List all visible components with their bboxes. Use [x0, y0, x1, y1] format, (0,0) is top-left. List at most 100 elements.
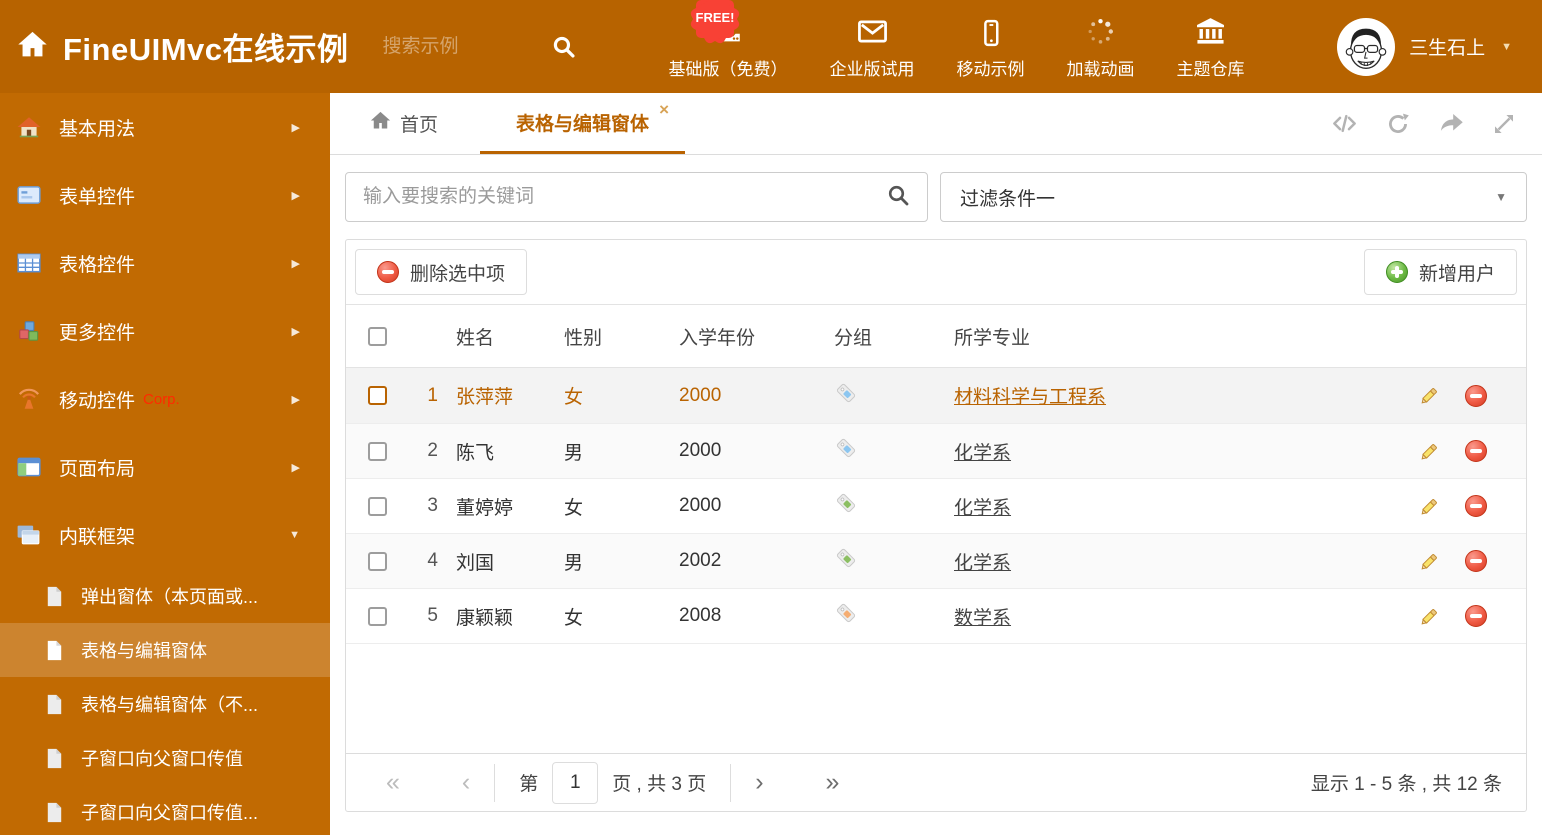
- header-search-input[interactable]: [382, 35, 533, 58]
- corp-badge: Corp.: [143, 390, 180, 408]
- sidebar-item-page-layout[interactable]: 页面布局 ▶: [0, 433, 330, 501]
- row-checkbox[interactable]: [368, 386, 387, 405]
- page-label-prefix: 第: [519, 774, 539, 795]
- edit-pencil-icon[interactable]: [1418, 550, 1441, 573]
- table-row[interactable]: 3 董婷婷 女 2000 化学系: [346, 478, 1526, 533]
- source-code-icon[interactable]: [1331, 110, 1358, 137]
- delete-row-icon[interactable]: [1465, 550, 1487, 572]
- tab-grid-edit-window[interactable]: 表格与编辑窗体 ×: [480, 93, 686, 154]
- row-checkbox[interactable]: [368, 496, 387, 516]
- table-row[interactable]: 1 张萍萍 女 2000 材料科学与工程系: [346, 368, 1526, 423]
- nav-item-mobile-demo[interactable]: 移动示例: [936, 14, 1046, 80]
- major-link[interactable]: 化学系: [954, 443, 1011, 464]
- add-user-button[interactable]: 新增用户: [1363, 249, 1517, 295]
- grid-panel: 删除选中项 新增用户 姓名 性别 入学年份 分组 所学专业 1 张萍萍 女 20…: [345, 239, 1527, 812]
- sidebar-item-form-controls[interactable]: 表单控件 ▶: [0, 161, 330, 229]
- cell-gender: 男: [564, 442, 584, 464]
- page-number-input[interactable]: [552, 761, 599, 804]
- major-link[interactable]: 材料科学与工程系: [954, 387, 1106, 408]
- refresh-icon[interactable]: [1385, 111, 1411, 137]
- sidebar-subitem-popup-window[interactable]: 弹出窗体（本页面或...: [0, 569, 330, 623]
- column-header-group[interactable]: 分组: [834, 323, 954, 350]
- nav-item-loading-animation[interactable]: 加载动画: [1046, 14, 1156, 80]
- delete-selected-button[interactable]: 删除选中项: [355, 249, 528, 295]
- sidebar: 基本用法 ▶ 表单控件 ▶ 表格控件 ▶ 更多控件 ▶ 移动控件 Corp. ▶…: [0, 93, 330, 835]
- cell-year: 2000: [679, 495, 722, 516]
- chevron-right-icon: ▶: [291, 393, 300, 406]
- sidebar-item-mobile-controls[interactable]: 移动控件 Corp. ▶: [0, 365, 330, 433]
- row-number: 3: [427, 495, 438, 516]
- major-link[interactable]: 数学系: [954, 608, 1011, 629]
- spinner-icon: [1084, 14, 1117, 48]
- form-icon: [15, 182, 42, 208]
- prev-page-button[interactable]: ‹: [462, 770, 470, 795]
- filter-dropdown[interactable]: 过滤条件一 ▼: [940, 172, 1527, 222]
- share-arrow-icon[interactable]: [1438, 110, 1465, 137]
- nav-item-enterprise-trial[interactable]: 企业版试用: [809, 14, 936, 80]
- divider: [494, 763, 496, 802]
- row-checkbox[interactable]: [368, 551, 387, 571]
- nav-item-theme-repo[interactable]: 主题仓库: [1156, 14, 1266, 80]
- expand-icon[interactable]: [1492, 112, 1516, 136]
- sidebar-item-grid-controls[interactable]: 表格控件 ▶: [0, 229, 330, 297]
- sidebar-item-basic-usage[interactable]: 基本用法 ▶: [0, 93, 330, 161]
- search-icon[interactable]: [551, 34, 576, 59]
- sidebar-subitem-child-to-parent-2[interactable]: 子窗口向父窗口传值...: [0, 785, 330, 835]
- home-icon: [17, 29, 48, 65]
- cell-name: 陈飞: [456, 442, 495, 464]
- column-header-name[interactable]: 姓名: [444, 323, 564, 350]
- sidebar-item-more-controls[interactable]: 更多控件 ▶: [0, 297, 330, 365]
- delete-row-icon[interactable]: [1465, 440, 1487, 462]
- tab-home[interactable]: 首页: [360, 93, 448, 154]
- last-page-button[interactable]: »: [826, 770, 840, 795]
- table-empty-space: [346, 644, 1526, 753]
- cell-name: 刘国: [456, 552, 495, 574]
- frames-icon: [15, 522, 42, 548]
- select-all-checkbox[interactable]: [368, 326, 387, 346]
- page-icon: [42, 693, 66, 716]
- table-row[interactable]: 5 康颖颖 女 2008 数学系: [346, 588, 1526, 643]
- delete-row-icon[interactable]: [1465, 495, 1487, 517]
- search-icon[interactable]: [886, 183, 910, 212]
- edit-pencil-icon[interactable]: [1418, 495, 1441, 518]
- user-menu[interactable]: 三生石上 ▼: [1337, 17, 1542, 76]
- major-link[interactable]: 化学系: [954, 553, 1011, 574]
- tag-icon: [834, 601, 858, 631]
- table-header: 姓名 性别 入学年份 分组 所学专业: [346, 304, 1526, 368]
- delete-row-icon[interactable]: [1465, 384, 1487, 407]
- edit-pencil-icon[interactable]: [1418, 605, 1441, 628]
- sidebar-subitem-grid-edit-window[interactable]: 表格与编辑窗体: [0, 623, 330, 677]
- cell-gender: 女: [564, 387, 584, 408]
- user-name: 三生石上: [1409, 38, 1486, 59]
- app-window: FineUIMvc在线示例 FREE! 基础版（免费） 企业版试用: [0, 0, 1542, 835]
- next-page-button[interactable]: ›: [755, 770, 763, 795]
- column-header-year[interactable]: 入学年份: [679, 323, 834, 350]
- avatar: [1337, 17, 1396, 76]
- table-row[interactable]: 2 陈飞 男 2000 化学系: [346, 423, 1526, 478]
- cell-year: 2000: [679, 440, 722, 461]
- brand[interactable]: FineUIMvc在线示例: [0, 24, 349, 69]
- row-checkbox[interactable]: [368, 606, 387, 626]
- close-icon[interactable]: ×: [659, 100, 669, 120]
- row-number: 2: [427, 440, 438, 461]
- row-checkbox[interactable]: [368, 441, 387, 461]
- table-row[interactable]: 4 刘国 男 2002 化学系: [346, 533, 1526, 588]
- keyword-search-input[interactable]: [363, 186, 886, 208]
- chevron-right-icon: ▶: [291, 325, 300, 338]
- column-header-gender[interactable]: 性别: [564, 323, 679, 350]
- cell-gender: 女: [564, 607, 584, 629]
- chevron-down-icon: ▼: [289, 529, 300, 541]
- mobile-icon: [976, 14, 1006, 48]
- edit-pencil-icon[interactable]: [1418, 384, 1441, 407]
- first-page-button[interactable]: «: [386, 770, 400, 795]
- edit-pencil-icon[interactable]: [1418, 440, 1441, 463]
- record-summary: 显示 1 - 5 条 , 共 12 条: [1310, 774, 1502, 795]
- table-body: 1 张萍萍 女 2000 材料科学与工程系 2 陈飞 男 2000 化学系 3 …: [346, 368, 1526, 644]
- sidebar-subitem-grid-edit-window-2[interactable]: 表格与编辑窗体（不...: [0, 677, 330, 731]
- column-header-major[interactable]: 所学专业: [954, 323, 1418, 350]
- header-search: [382, 34, 576, 59]
- delete-row-icon[interactable]: [1465, 605, 1487, 627]
- major-link[interactable]: 化学系: [954, 498, 1011, 519]
- sidebar-item-iframe[interactable]: 内联框架 ▼: [0, 501, 330, 569]
- sidebar-subitem-child-to-parent[interactable]: 子窗口向父窗口传值: [0, 731, 330, 785]
